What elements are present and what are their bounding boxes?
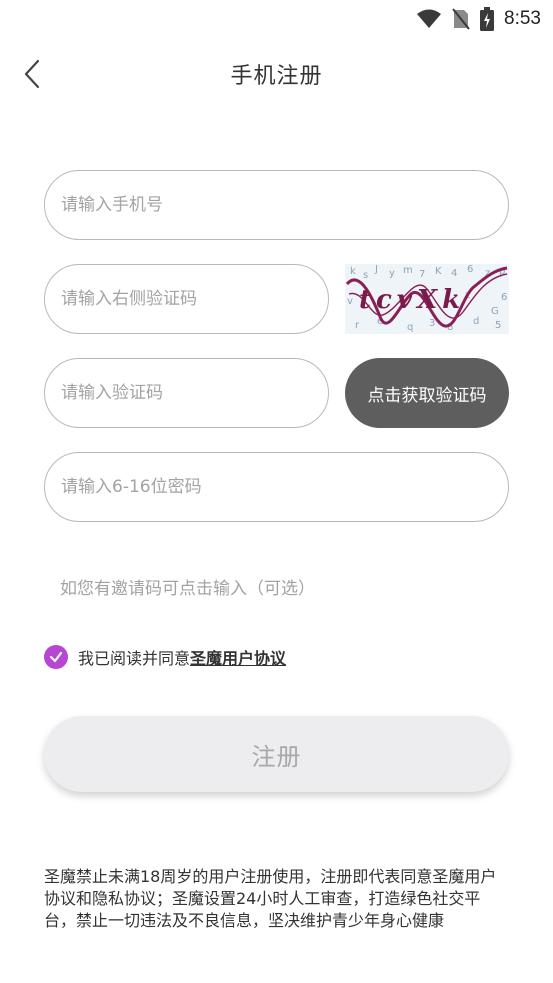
invite-code-link[interactable]: 如您有邀请码可点击输入（可选） <box>60 574 315 599</box>
user-agreement-link[interactable]: 圣魔用户协议 <box>190 645 286 669</box>
status-bar: 8:53 <box>0 0 553 38</box>
no-sim-icon <box>452 8 470 30</box>
svg-text:K: K <box>435 266 442 277</box>
sms-code-input[interactable] <box>45 359 328 427</box>
password-field[interactable] <box>44 452 509 522</box>
svg-text:J: J <box>374 264 378 275</box>
wifi-icon <box>417 9 442 28</box>
battery-charging-icon <box>480 7 495 31</box>
captcha-input[interactable] <box>45 265 328 333</box>
svg-text:3: 3 <box>429 318 435 329</box>
captcha-image[interactable]: ksJ ym7 K46 zp req 38d 56v Gz tcvXk <box>345 264 509 334</box>
password-input[interactable] <box>45 453 508 521</box>
captcha-text: tcvXk <box>359 285 465 315</box>
svg-text:q: q <box>407 322 413 333</box>
check-icon <box>49 651 63 663</box>
agreement-text: 我已阅读并同意 <box>78 649 191 668</box>
header: 手机注册 <box>0 46 553 102</box>
phone-input[interactable] <box>45 171 508 239</box>
svg-text:m: m <box>403 265 413 276</box>
svg-text:d: d <box>473 316 479 327</box>
svg-text:k: k <box>350 266 356 277</box>
get-code-button[interactable]: 点击获取验证码 <box>345 358 509 428</box>
svg-text:G: G <box>491 306 499 317</box>
agreement-checkbox[interactable] <box>44 645 68 669</box>
svg-text:6: 6 <box>467 264 473 275</box>
svg-text:4: 4 <box>451 268 457 279</box>
captcha-field[interactable] <box>44 264 329 334</box>
svg-text:s: s <box>363 270 368 281</box>
agreement-row: 我已阅读并同意 圣魔用户协议 <box>44 644 286 670</box>
svg-text:v: v <box>347 296 353 307</box>
svg-text:5: 5 <box>495 320 501 331</box>
phone-field[interactable] <box>44 170 509 240</box>
captcha-graphic: k sJ ym7 K46 zp r eq 3 8d 56v Gz tcvXk <box>345 264 507 333</box>
status-time: 8:53 <box>504 8 541 29</box>
svg-text:7: 7 <box>419 269 425 280</box>
page-title: 手机注册 <box>230 64 323 89</box>
register-button[interactable]: 注册 <box>44 716 509 792</box>
sms-code-field[interactable] <box>44 358 329 428</box>
status-icons: 8:53 <box>416 6 541 32</box>
svg-text:r: r <box>355 320 360 331</box>
age-notice: 圣魔禁止未满18周岁的用户注册使用，注册即代表同意圣魔用户协议和隐私协议；圣魔设… <box>44 867 497 930</box>
svg-text:6: 6 <box>501 292 507 303</box>
svg-text:y: y <box>389 268 395 279</box>
